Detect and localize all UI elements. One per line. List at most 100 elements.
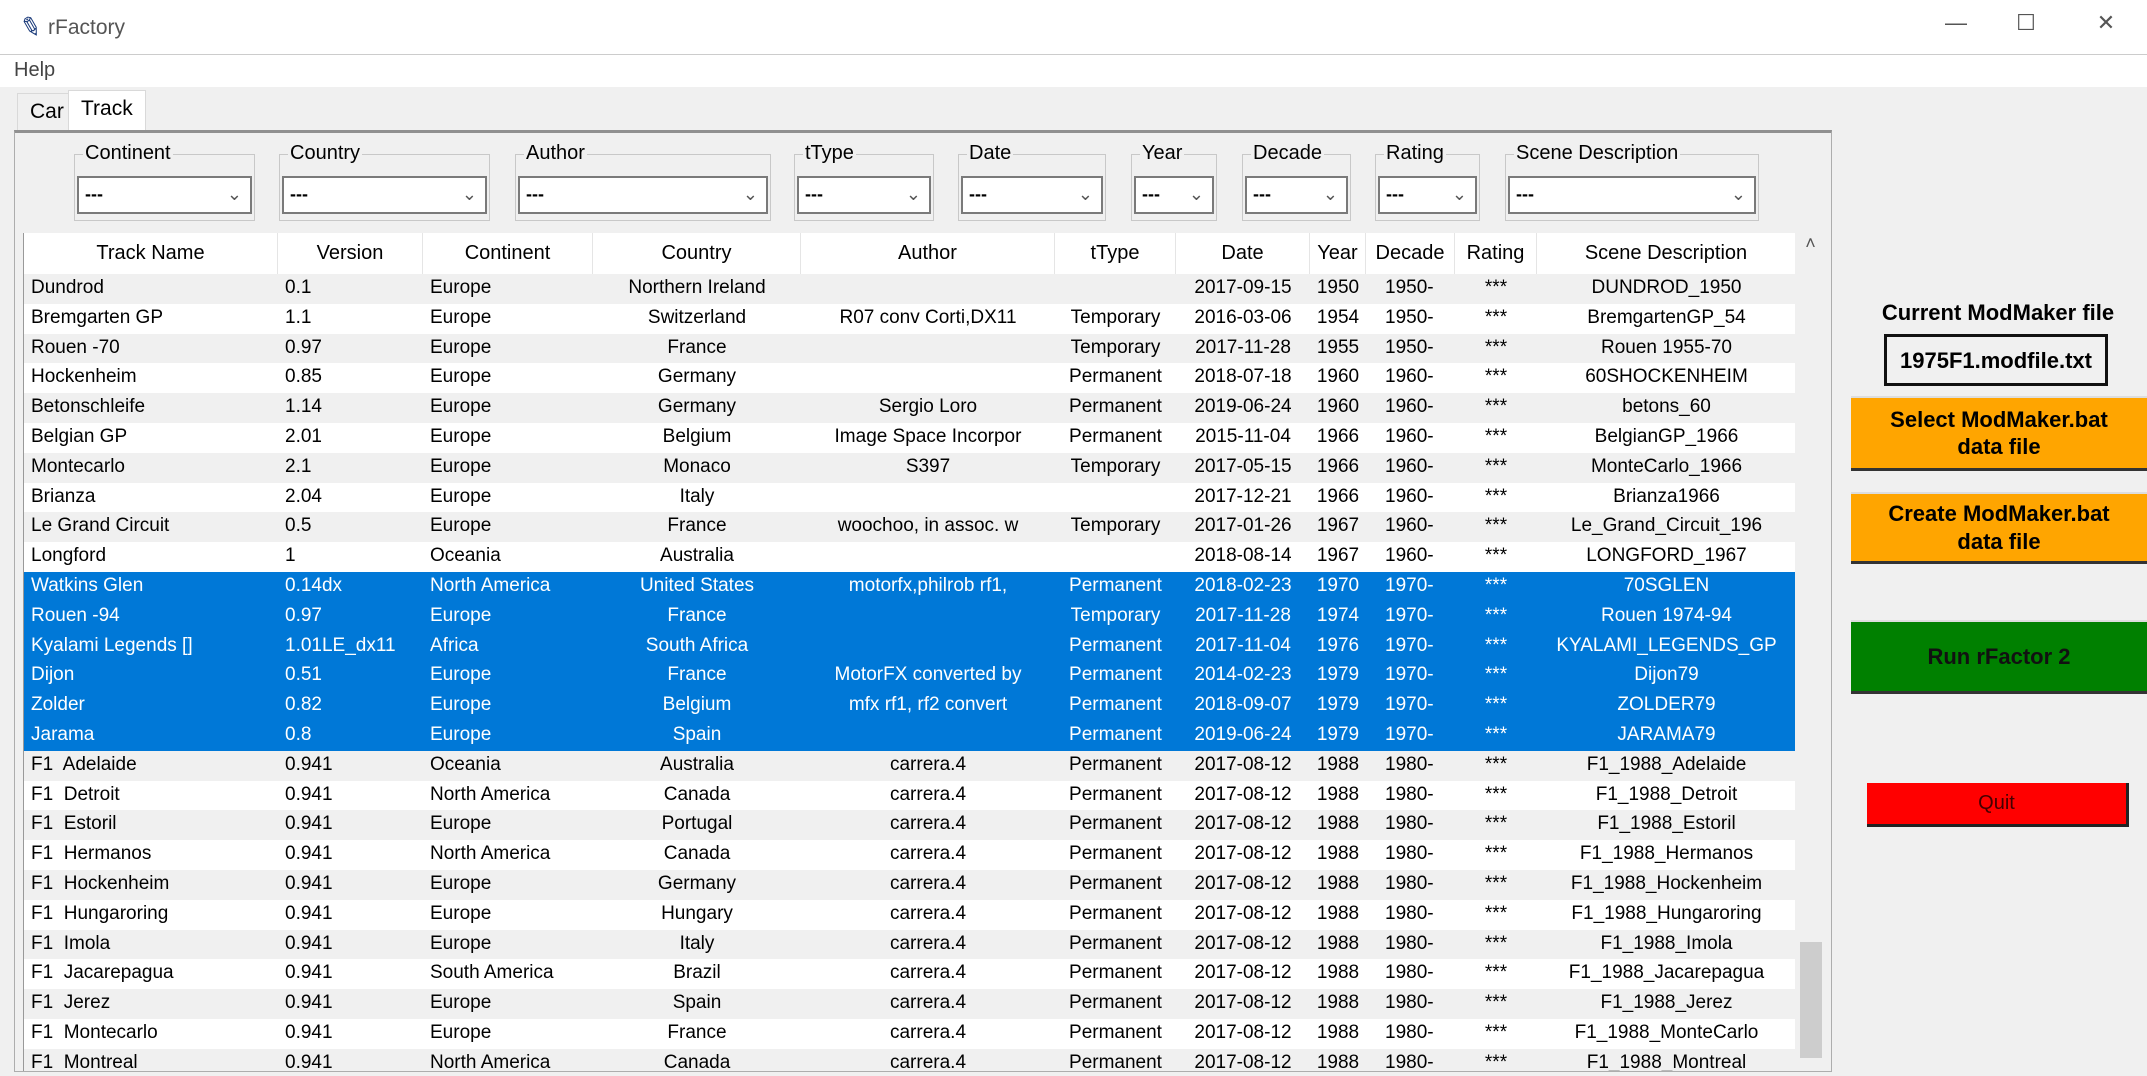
cell-ttype: Permanent xyxy=(1069,366,1162,388)
table-row[interactable]: Longford 1 Oceania Australia 2018-08-14 1967 1… xyxy=(24,542,1795,572)
cell-rating: *** xyxy=(1484,277,1508,298)
column-header-continent[interactable]: Continent xyxy=(423,233,593,274)
maximize-button[interactable]: ☐ xyxy=(2006,10,2046,36)
table-row[interactable]: Le Grand Circuit 0.5 Europe France woochoo, … xyxy=(24,512,1795,543)
table-row[interactable]: F1 Adelaide 0.941 Oceania Australia carrera.… xyxy=(24,750,1795,781)
chevron-down-icon[interactable]: ⌄ xyxy=(1189,184,1204,205)
table-row[interactable]: F1 Estoril 0.941 Europe Portugal carrera.4 Pe… xyxy=(24,810,1795,841)
cell-scene-description: ZOLDER79 xyxy=(1617,694,1716,716)
cell-country: Germany xyxy=(657,396,737,418)
table-row[interactable]: Bremgarten GP 1.1 Europe Switzerland R07 con… xyxy=(24,303,1795,334)
create-modmaker-button[interactable]: Create ModMaker.bat data file xyxy=(1851,492,2147,564)
table-row[interactable]: Betonschleife 1.14 Europe Germany Sergio Lor… xyxy=(24,393,1795,423)
table-row[interactable]: Brianza 2.04 Europe Italy 2017-12-21 1966 1960… xyxy=(24,482,1795,513)
table-row[interactable]: Zolder 0.82 Europe Belgium mfx rf1, rf2 conv… xyxy=(24,691,1795,721)
table-row[interactable]: Rouen -70 0.97 Europe France Temporary 2017-1… xyxy=(24,333,1795,364)
table-row[interactable]: F1 Jacarepagua 0.941 South America Brazil ca… xyxy=(24,959,1795,990)
chevron-down-icon[interactable]: ⌄ xyxy=(1323,184,1338,205)
decade-combobox[interactable]: --- ⌄ xyxy=(1245,176,1348,214)
cell-year: 1976 xyxy=(1316,634,1360,656)
cell-author: carrera.4 xyxy=(889,902,967,924)
column-header-track-name[interactable]: Track Name xyxy=(24,233,278,274)
filter-decade: Decade --- ⌄ xyxy=(1242,142,1351,221)
table-row[interactable]: F1 Imola 0.941 Europe Italy carrera.4 Permane… xyxy=(24,929,1795,960)
cell-scene-description: Dijon79 xyxy=(1634,664,1699,686)
column-header-date[interactable]: Date xyxy=(1176,233,1310,274)
cell-version: 1.1 xyxy=(285,306,312,328)
column-header-version[interactable]: Version xyxy=(278,233,423,274)
continent-combobox[interactable]: --- ⌄ xyxy=(77,176,252,214)
cell-scene-description: F1_1988_Hungaroring xyxy=(1571,902,1762,924)
cell-ttype: Permanent xyxy=(1069,694,1162,716)
year-combobox[interactable]: --- ⌄ xyxy=(1134,176,1214,214)
cell-year: 1988 xyxy=(1316,843,1360,865)
column-header-author[interactable]: Author xyxy=(801,233,1055,274)
tab-track[interactable]: Track xyxy=(68,90,146,131)
cell-rating: *** xyxy=(1484,783,1508,805)
table-row[interactable]: Dijon 0.51 Europe France MotorFX converted b… xyxy=(24,661,1795,692)
cell-version: 1.14 xyxy=(285,396,322,418)
menu-bar: Help xyxy=(0,55,2147,87)
cell-date: 2017-12-21 xyxy=(1194,485,1292,507)
rating-combobox[interactable]: --- ⌄ xyxy=(1378,176,1477,214)
cell-scene-description: BelgianGP_1966 xyxy=(1594,426,1739,447)
table-row[interactable]: Belgian GP 2.01 Europe Belgium Image Space I… xyxy=(24,423,1795,453)
table-row[interactable]: Kyalami Legends [] 1.01LE_dx11 Africa South… xyxy=(24,631,1795,662)
column-header-rating[interactable]: Rating xyxy=(1455,233,1537,274)
cell-version: 0.14dx xyxy=(285,575,343,596)
table-row[interactable]: F1 Montreal 0.941 North America Canada carre… xyxy=(24,1048,1795,1071)
chevron-down-icon[interactable]: ⌄ xyxy=(743,184,758,205)
chevron-down-icon[interactable]: ⌄ xyxy=(1078,184,1093,205)
ttype-combobox[interactable]: --- ⌄ xyxy=(797,176,931,214)
table-row[interactable]: Rouen -94 0.97 Europe France Temporary 2017-1… xyxy=(24,601,1795,632)
cell-ttype: Permanent xyxy=(1069,932,1162,954)
scene-description-combobox[interactable]: --- ⌄ xyxy=(1508,176,1756,214)
select-modmaker-button[interactable]: Select ModMaker.bat data file xyxy=(1851,396,2147,471)
author-combobox[interactable]: --- ⌄ xyxy=(518,176,768,214)
scroll-up-icon[interactable]: ˄ xyxy=(1796,233,1825,254)
country-combobox[interactable]: --- ⌄ xyxy=(282,176,487,214)
menu-help[interactable]: Help xyxy=(14,59,55,82)
table-row[interactable]: F1 Montecarlo 0.941 Europe France carrera.4 P… xyxy=(24,1019,1795,1049)
table-row[interactable]: F1 Hockenheim 0.941 Europe Germany carrera.4… xyxy=(24,870,1795,900)
column-header-country[interactable]: Country xyxy=(593,233,801,274)
column-header-year[interactable]: Year xyxy=(1310,233,1366,274)
cell-version: 0.941 xyxy=(285,1022,333,1043)
table-row[interactable]: F1 Jerez 0.941 Europe Spain carrera.4 Permane… xyxy=(24,989,1795,1019)
cell-ttype: Permanent xyxy=(1069,1051,1162,1071)
quit-button[interactable]: Quit xyxy=(1867,783,2129,827)
cell-scene-description: F1_1988_Estoril xyxy=(1597,813,1736,835)
table-row[interactable]: F1 Hungaroring 0.941 Europe Hungary carrera.… xyxy=(24,899,1795,930)
chevron-down-icon[interactable]: ⌄ xyxy=(462,184,477,205)
chevron-down-icon[interactable]: ⌄ xyxy=(906,184,921,205)
scroll-thumb[interactable] xyxy=(1800,942,1822,1058)
cell-author: Image Space Incorpor xyxy=(834,426,1022,447)
table-row[interactable]: Dundrod 0.1 Europe Northern Ireland 2017-09-… xyxy=(24,274,1795,304)
cell-rating: *** xyxy=(1484,962,1508,984)
cell-continent: Europe xyxy=(430,604,492,626)
cell-track-name: F1 Estoril xyxy=(31,813,117,835)
cell-rating: *** xyxy=(1484,604,1508,626)
cell-date: 2017-08-12 xyxy=(1194,902,1292,924)
table-row[interactable]: F1 Detroit 0.941 North America Canada carrer… xyxy=(24,780,1795,811)
column-header-decade[interactable]: Decade xyxy=(1366,233,1455,274)
table-row[interactable]: F1 Hermanos 0.941 North America Canada carre… xyxy=(24,840,1795,870)
close-button[interactable]: ✕ xyxy=(2086,10,2126,36)
cell-date: 2016-03-06 xyxy=(1194,306,1292,328)
table-row[interactable]: Montecarlo 2.1 Europe Monaco S397 Temporary 20… xyxy=(24,452,1795,483)
cell-country: Spain xyxy=(672,724,722,745)
filter-label: Decade xyxy=(1251,142,1324,165)
table-row[interactable]: Watkins Glen 0.14dx North America United St… xyxy=(24,572,1795,602)
filter-date: Date --- ⌄ xyxy=(958,142,1106,221)
column-header-scene-description[interactable]: Scene Description xyxy=(1537,233,1795,274)
table-row[interactable]: Hockenheim 0.85 Europe Germany Permanent 2018… xyxy=(24,363,1795,394)
chevron-down-icon[interactable]: ⌄ xyxy=(227,184,242,205)
table-row[interactable]: Jarama 0.8 Europe Spain Permanent 2019-06-24 1… xyxy=(24,721,1795,751)
minimize-button[interactable]: — xyxy=(1936,10,1976,36)
column-header-ttype[interactable]: tType xyxy=(1055,233,1176,274)
chevron-down-icon[interactable]: ⌄ xyxy=(1731,184,1746,205)
date-combobox[interactable]: --- ⌄ xyxy=(961,176,1103,214)
table-scrollbar[interactable]: ˄ xyxy=(1796,233,1825,1071)
run-rfactor-button[interactable]: Run rFactor 2 xyxy=(1851,620,2147,694)
chevron-down-icon[interactable]: ⌄ xyxy=(1452,184,1467,205)
